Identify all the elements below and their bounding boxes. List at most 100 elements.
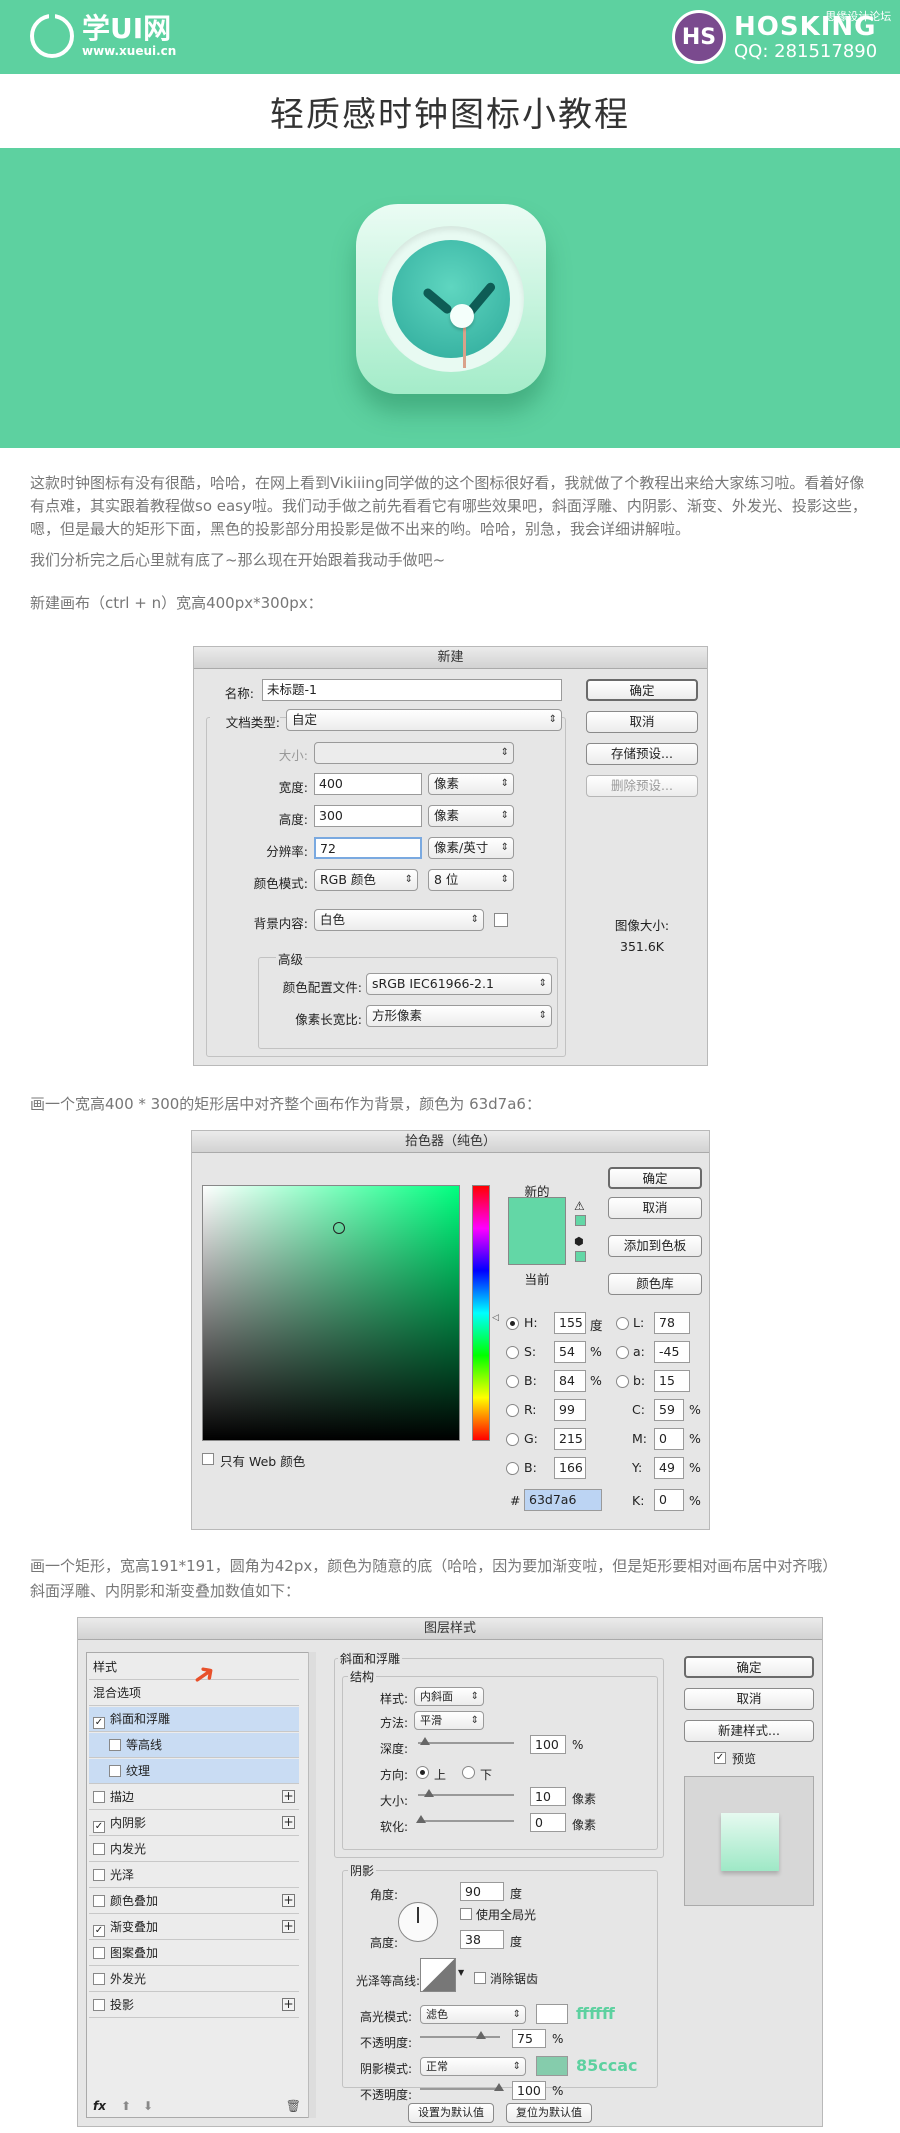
style-list-item[interactable]: 外发光 bbox=[89, 1967, 299, 1992]
shadow-opacity-input[interactable]: 100 bbox=[512, 2081, 546, 2100]
depth-slider[interactable] bbox=[418, 1737, 514, 1745]
width-unit-select[interactable]: 像素 bbox=[428, 773, 514, 795]
hue-slider-handle-icon[interactable]: ◁ bbox=[492, 1313, 499, 1323]
ok-button[interactable]: 确定 bbox=[684, 1656, 814, 1678]
web-colors-checkbox[interactable] bbox=[202, 1453, 214, 1465]
color-libraries-button[interactable]: 颜色库 bbox=[608, 1273, 702, 1295]
saturation-input[interactable]: 54 bbox=[554, 1341, 586, 1363]
name-input[interactable]: 未标题-1 bbox=[262, 679, 562, 701]
direction-down-radio[interactable] bbox=[462, 1766, 475, 1779]
style-checkbox[interactable] bbox=[93, 1843, 105, 1855]
shadow-color-swatch[interactable] bbox=[536, 2056, 568, 2076]
move-down-icon[interactable]: ⬇ bbox=[143, 2099, 153, 2113]
style-checkbox[interactable] bbox=[93, 1973, 105, 1985]
style-list-item[interactable]: ✓ 斜面和浮雕 bbox=[89, 1707, 299, 1732]
style-checkbox[interactable] bbox=[109, 1739, 121, 1751]
ok-button[interactable]: 确定 bbox=[608, 1167, 702, 1189]
gamut-warning-icon[interactable]: ⚠ bbox=[574, 1199, 585, 1213]
style-list-item[interactable]: 图案叠加 bbox=[89, 1941, 299, 1966]
style-checkbox[interactable] bbox=[93, 1895, 105, 1907]
style-checkbox[interactable] bbox=[93, 1869, 105, 1881]
size-slider[interactable] bbox=[418, 1789, 514, 1797]
background-select[interactable]: 白色 bbox=[314, 909, 484, 931]
hue-radio[interactable] bbox=[506, 1317, 519, 1330]
save-preset-button[interactable]: 存储预设... bbox=[586, 743, 698, 765]
color-cursor[interactable] bbox=[333, 1222, 345, 1234]
a-radio[interactable] bbox=[616, 1346, 629, 1359]
style-list-item[interactable]: 混合选项 bbox=[89, 1681, 299, 1706]
delete-preset-button[interactable]: 删除预设... bbox=[586, 775, 698, 797]
preset-select[interactable]: 自定 bbox=[286, 709, 562, 731]
green-input[interactable]: 215 bbox=[554, 1428, 586, 1450]
cyan-input[interactable]: 59 bbox=[654, 1399, 684, 1421]
bit-depth-select[interactable]: 8 位 bbox=[428, 869, 514, 891]
style-list-item[interactable]: 内发光 bbox=[89, 1837, 299, 1862]
hue-input[interactable]: 155 bbox=[554, 1312, 586, 1334]
move-up-icon[interactable]: ⬆ bbox=[121, 2099, 131, 2113]
highlight-color-swatch[interactable] bbox=[536, 2004, 568, 2024]
gloss-contour-picker[interactable] bbox=[420, 1958, 456, 1992]
hex-input[interactable]: 63d7a6 bbox=[524, 1489, 602, 1511]
style-checkbox[interactable]: ✓ bbox=[93, 1925, 105, 1937]
style-list-item[interactable]: ✓ 内阴影 + bbox=[89, 1811, 299, 1836]
new-style-button[interactable]: 新建样式... bbox=[684, 1720, 814, 1742]
soften-input[interactable]: 0 bbox=[530, 1813, 566, 1832]
lightness-radio[interactable] bbox=[616, 1317, 629, 1330]
saturation-brightness-field[interactable] bbox=[202, 1185, 460, 1441]
contour-dropdown-icon[interactable]: ▼ bbox=[458, 1968, 464, 1977]
size-select[interactable] bbox=[314, 742, 514, 764]
ok-button[interactable]: 确定 bbox=[586, 679, 698, 701]
set-default-button[interactable]: 设置为默认值 bbox=[408, 2103, 494, 2123]
background-swatch[interactable] bbox=[494, 913, 508, 927]
style-list-item[interactable]: 等高线 bbox=[89, 1733, 299, 1758]
shadow-opacity-slider[interactable] bbox=[420, 2083, 504, 2091]
style-checkbox[interactable] bbox=[109, 1765, 121, 1777]
add-to-swatches-button[interactable]: 添加到色板 bbox=[608, 1235, 702, 1257]
blue-input[interactable]: 166 bbox=[554, 1457, 586, 1479]
size-input[interactable]: 10 bbox=[530, 1787, 566, 1806]
highlight-opacity-input[interactable]: 75 bbox=[512, 2029, 546, 2048]
width-input[interactable]: 400 bbox=[314, 773, 422, 795]
red-radio[interactable] bbox=[506, 1404, 519, 1417]
global-light-checkbox[interactable] bbox=[460, 1908, 472, 1920]
add-effect-icon[interactable]: + bbox=[282, 1816, 295, 1829]
aspect-select[interactable]: 方形像素 bbox=[366, 1005, 552, 1027]
depth-input[interactable]: 100 bbox=[530, 1735, 566, 1754]
fx-button[interactable]: fx bbox=[93, 2099, 106, 2113]
style-checkbox[interactable]: ✓ bbox=[93, 1717, 105, 1729]
hue-slider[interactable] bbox=[472, 1185, 490, 1441]
style-list-item[interactable]: 描边 + bbox=[89, 1785, 299, 1810]
red-input[interactable]: 99 bbox=[554, 1399, 586, 1421]
color-mode-select[interactable]: RGB 颜色 bbox=[314, 869, 418, 891]
height-input[interactable]: 300 bbox=[314, 805, 422, 827]
shadow-mode-select[interactable]: 正常 bbox=[420, 2057, 526, 2076]
highlight-opacity-slider[interactable] bbox=[420, 2031, 500, 2039]
cancel-button[interactable]: 取消 bbox=[684, 1688, 814, 1710]
b-input[interactable]: 15 bbox=[654, 1370, 690, 1392]
site-logo[interactable]: 学UI网 www.xueui.cn bbox=[30, 12, 176, 58]
style-list-item[interactable]: ✓ 渐变叠加 + bbox=[89, 1915, 299, 1940]
profile-select[interactable]: sRGB IEC61966-2.1 bbox=[366, 973, 552, 995]
add-effect-icon[interactable]: + bbox=[282, 1920, 295, 1933]
cancel-button[interactable]: 取消 bbox=[586, 711, 698, 733]
resolution-input[interactable]: 72 bbox=[314, 837, 422, 859]
style-checkbox[interactable]: ✓ bbox=[93, 1821, 105, 1833]
black-input[interactable]: 0 bbox=[654, 1489, 684, 1511]
brightness-input[interactable]: 84 bbox=[554, 1370, 586, 1392]
bevel-method-select[interactable]: 平滑 bbox=[414, 1711, 484, 1730]
web-safe-swatch[interactable] bbox=[575, 1251, 586, 1262]
add-effect-icon[interactable]: + bbox=[282, 1998, 295, 2011]
add-effect-icon[interactable]: + bbox=[282, 1894, 295, 1907]
angle-input[interactable]: 90 bbox=[460, 1882, 504, 1901]
cancel-button[interactable]: 取消 bbox=[608, 1197, 702, 1219]
preview-checkbox[interactable]: ✓ bbox=[714, 1752, 726, 1764]
add-effect-icon[interactable]: + bbox=[282, 1790, 295, 1803]
magenta-input[interactable]: 0 bbox=[654, 1428, 684, 1450]
style-list-item[interactable]: 颜色叠加 + bbox=[89, 1889, 299, 1914]
style-checkbox[interactable] bbox=[93, 1999, 105, 2011]
angle-dial[interactable] bbox=[398, 1902, 438, 1942]
style-list-item[interactable]: 光泽 bbox=[89, 1863, 299, 1888]
style-checkbox[interactable] bbox=[93, 1947, 105, 1959]
brightness-radio[interactable] bbox=[506, 1375, 519, 1388]
saturation-radio[interactable] bbox=[506, 1346, 519, 1359]
